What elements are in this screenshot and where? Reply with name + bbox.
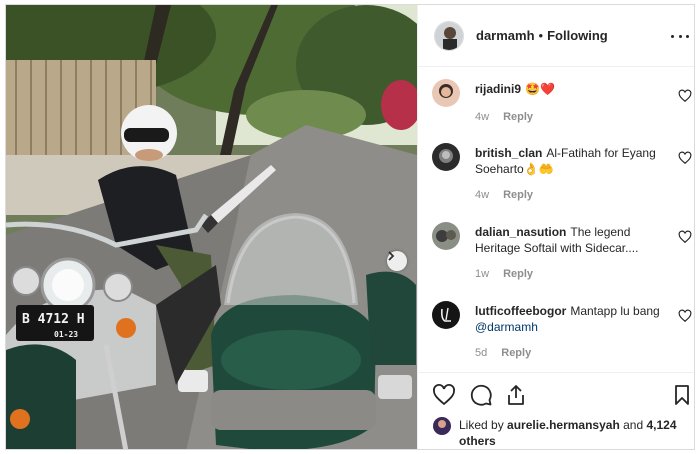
comment-like-heart-icon[interactable] [678,151,692,165]
comment-item: lutficoffeebogor Mantapp lu bang @darmamh… [432,301,694,363]
comment-username[interactable]: british_clan [475,146,542,160]
comment-username[interactable]: lutficoffeebogor [475,304,566,318]
comment-message: Mantapp lu bang [570,304,660,318]
reply-button[interactable]: Reply [503,189,533,201]
comment-meta: 5d Reply [475,347,531,359]
bookmark-icon[interactable] [670,383,694,407]
post-photo[interactable]: B 4712 H 01-23 [6,5,417,449]
commenter-avatar[interactable] [432,222,460,250]
liker-avatar[interactable] [433,417,451,435]
reply-button[interactable]: Reply [503,268,533,280]
comment-like-heart-icon[interactable] [678,230,692,244]
comment-icon[interactable] [469,383,493,407]
comment-meta: 1w Reply [475,268,533,280]
comment-age: 5d [475,347,488,359]
liked-by-prefix: Liked by [459,418,504,432]
comment-item: rijadini9 🤩❤️ 4w Reply [432,79,694,139]
next-photo-button[interactable] [387,251,407,271]
share-icon[interactable] [504,383,528,407]
comment-meta: 4w Reply [475,189,533,201]
more-options-icon[interactable] [671,27,689,45]
author-avatar[interactable] [434,20,464,51]
reply-button[interactable]: Reply [503,111,533,123]
chevron-right-icon [388,251,395,261]
comment-text: lutficoffeebogor Mantapp lu bang @darmamh [475,303,665,335]
comment-username[interactable]: rijadini9 [475,82,521,96]
heart-icon[interactable] [432,383,456,407]
comment-username[interactable]: dalian_nasution [475,225,566,239]
comment-item: dalian_nasution The legend Heritage Softa… [432,222,694,284]
post-header: darmamh • Following [418,5,694,67]
license-plate-code: 01-23 [54,330,79,339]
commenter-avatar[interactable] [432,143,460,171]
comment-age: 4w [475,111,490,123]
comment-age: 4w [475,189,490,201]
comment-age: 1w [475,268,490,280]
motorcycle-sidecar-photo [6,5,417,449]
comment-meta: 4w Reply [475,111,533,123]
comment-message: 🤩❤️ [525,82,555,96]
liked-by-text: Liked by aurelie.hermansyah and 4,124 ot… [459,417,688,449]
liked-by-row: Liked by aurelie.hermansyah and 4,124 ot… [433,417,688,449]
comment-mention-link[interactable]: @darmamh [475,320,538,334]
comment-item: british_clan Al-Fatihah for Eyang Soehart… [432,143,694,205]
comment-text: british_clan Al-Fatihah for Eyang Soehart… [475,145,665,177]
post-actions-bar: Liked by aurelie.hermansyah and 4,124 ot… [418,372,694,449]
comment-like-heart-icon[interactable] [678,309,692,323]
comments-list: rijadini9 🤩❤️ 4w Reply british_clan Al-Fat… [418,67,694,372]
author-username[interactable]: darmamh [476,28,535,43]
post-side-panel: darmamh • Following rijadini9 🤩❤️ 4w Repl… [417,5,694,449]
comment-text: rijadini9 🤩❤️ [475,81,665,97]
liked-by-conjunction: and [623,418,644,432]
comment-like-heart-icon[interactable] [678,89,692,103]
comment-text: dalian_nasution The legend Heritage Softa… [475,224,665,256]
reply-button[interactable]: Reply [501,347,531,359]
follow-status-button[interactable]: Following [547,28,608,43]
header-separator: • [538,28,544,43]
license-plate-number: B 4712 H [22,312,85,327]
commenter-avatar[interactable] [432,301,460,329]
instagram-post: B 4712 H 01-23 darmamh • Following rijad… [5,4,695,450]
commenter-avatar[interactable] [432,79,460,107]
liked-by-username[interactable]: aurelie.hermansyah [507,418,620,432]
